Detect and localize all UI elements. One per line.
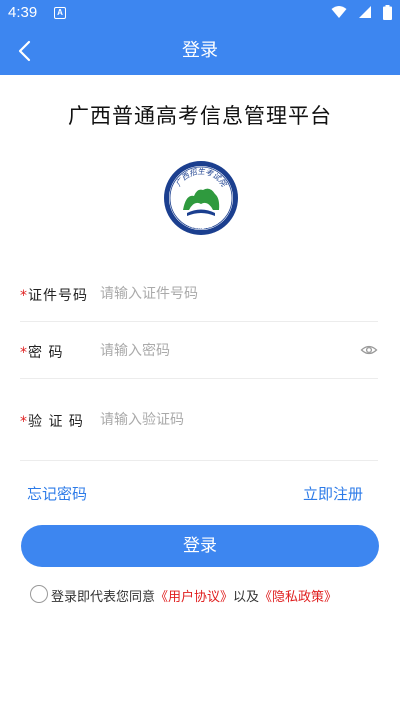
- login-button[interactable]: 登录: [21, 525, 379, 567]
- id-number-row: *证件号码: [20, 266, 378, 322]
- wifi-icon: [331, 6, 347, 18]
- required-mark: *: [20, 288, 28, 304]
- required-mark: *: [20, 345, 28, 361]
- privacy-policy-link[interactable]: 《隐私政策》: [259, 590, 337, 605]
- id-number-input[interactable]: [100, 282, 340, 306]
- page-title: 登录: [182, 40, 218, 61]
- notification-icon: A: [54, 7, 66, 19]
- captcha-input[interactable]: [100, 408, 340, 432]
- status-time: 4:39: [8, 4, 38, 21]
- chevron-left-icon: [18, 40, 31, 62]
- status-bar: 4:39 A: [0, 0, 400, 27]
- password-label: *密 码: [20, 342, 63, 362]
- captcha-row: *验 证 码: [20, 380, 378, 461]
- password-row: *密 码: [20, 323, 378, 379]
- status-icons: [325, 5, 392, 21]
- id-number-label-text: 证件号码: [28, 288, 88, 304]
- register-link[interactable]: 立即注册: [303, 483, 363, 504]
- password-label-text: 密 码: [28, 345, 64, 361]
- eye-icon[interactable]: [360, 341, 378, 359]
- logo: GUANGXI ZHAOSHENG KAOSHIYUAN 广西招生考试院: [161, 156, 239, 236]
- agree-checkbox[interactable]: [30, 585, 48, 603]
- captcha-label: *验 证 码: [20, 411, 84, 431]
- agreement-prefix: 登录即代表您同意: [51, 590, 156, 605]
- back-button[interactable]: [10, 35, 42, 67]
- battery-icon: [383, 5, 392, 20]
- logo-emblem: GUANGXI ZHAOSHENG KAOSHIYUAN 广西招生考试院: [161, 156, 238, 235]
- required-mark: *: [20, 414, 28, 430]
- agreement-row: 登录即代表您同意《用户协议》以及《隐私政策》: [30, 585, 380, 605]
- id-number-label: *证件号码: [20, 285, 88, 305]
- agreement-text: 登录即代表您同意《用户协议》以及《隐私政策》: [51, 586, 337, 605]
- forgot-password-link[interactable]: 忘记密码: [27, 483, 87, 504]
- captcha-label-text: 验 证 码: [28, 414, 84, 430]
- user-agreement-link[interactable]: 《用户协议》: [155, 590, 233, 605]
- app-title: 广西普通高考信息管理平台: [68, 104, 332, 128]
- signal-icon: [358, 6, 371, 18]
- agreement-middle: 以及: [233, 590, 260, 605]
- nav-bar: 登录: [0, 27, 400, 75]
- password-input[interactable]: [100, 339, 340, 363]
